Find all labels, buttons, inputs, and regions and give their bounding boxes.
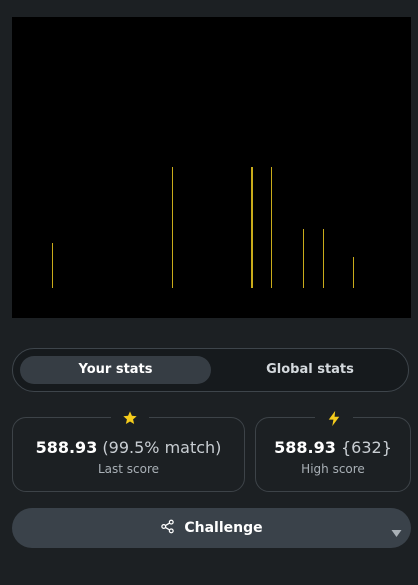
- high-score-value: 588.93: [274, 438, 336, 457]
- sound-visualizer: [12, 17, 411, 318]
- share-icon: [160, 519, 175, 538]
- visualizer-line: [172, 167, 173, 288]
- lightning-icon: [315, 408, 353, 428]
- visualizer-line: [52, 243, 53, 288]
- tab-your-stats[interactable]: Your stats: [20, 356, 211, 384]
- visualizer-line: [353, 257, 354, 288]
- visualizer-line: [271, 167, 272, 288]
- star-icon: [111, 408, 149, 428]
- high-score-extra: {632}: [340, 438, 392, 457]
- tab-global-stats[interactable]: Global stats: [219, 356, 401, 384]
- visualizer-line: [251, 167, 253, 288]
- match-percentage: (99.5% match): [102, 438, 222, 457]
- last-score-value: 588.93: [35, 438, 98, 457]
- last-score-label: Last score: [97, 462, 160, 476]
- challenge-button[interactable]: Challenge: [12, 508, 411, 548]
- stats-toggle: Your stats Global stats: [12, 348, 409, 392]
- visualizer-line: [323, 229, 324, 288]
- high-score-label: High score: [301, 462, 365, 476]
- caret-down-icon[interactable]: [391, 523, 402, 542]
- last-score-card: 588.93 (99.5% match) Last score: [12, 408, 245, 492]
- high-score-card: 588.93 {632} High score: [255, 408, 411, 492]
- visualizer-line: [303, 229, 304, 288]
- challenge-label: Challenge: [184, 520, 263, 536]
